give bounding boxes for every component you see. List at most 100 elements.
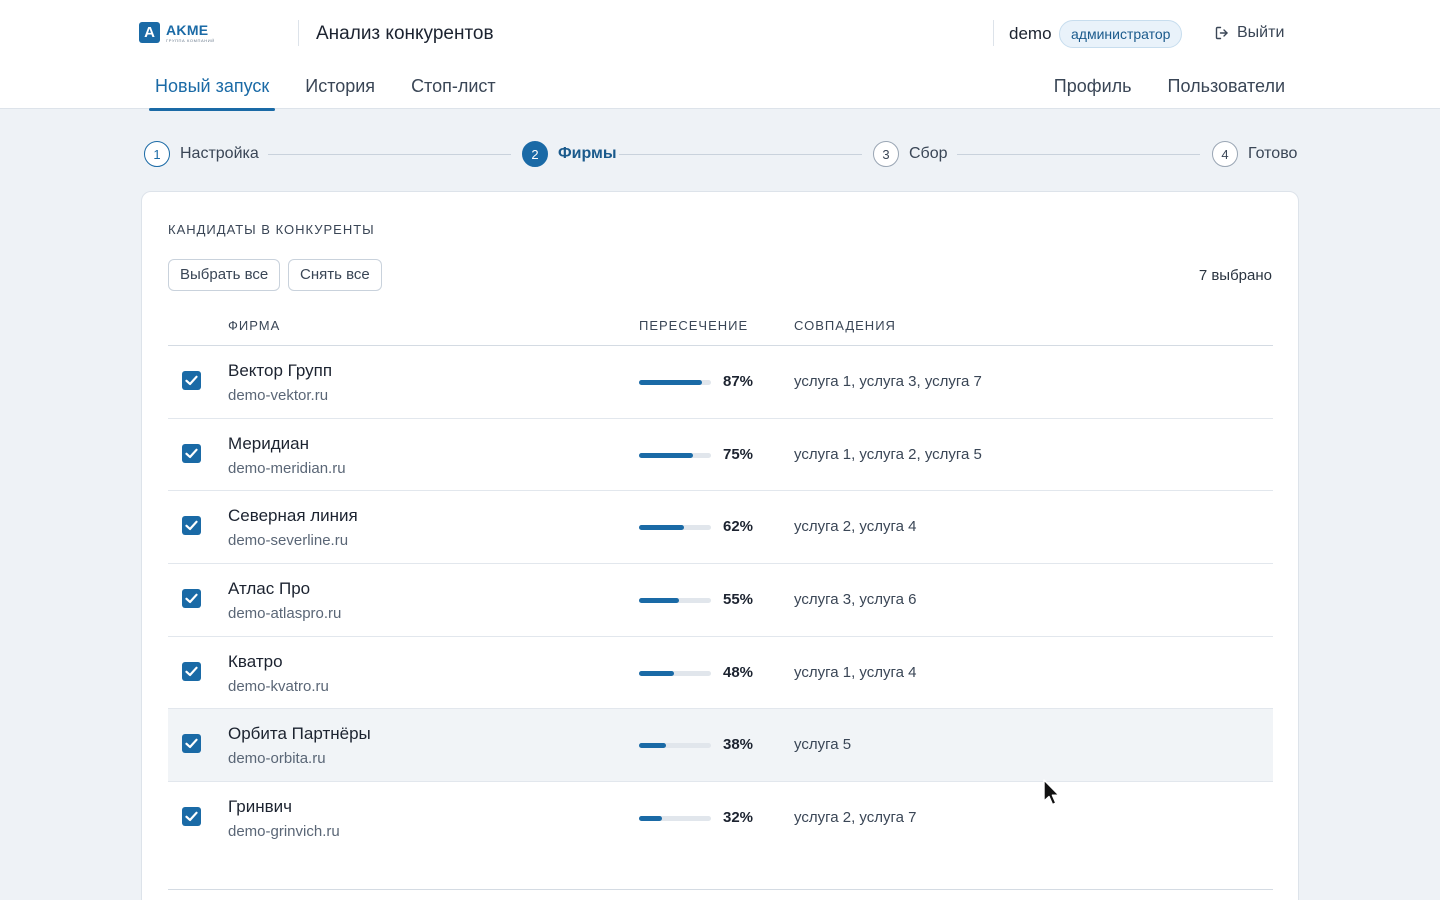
overlap-bar-fill xyxy=(639,525,684,531)
header-divider xyxy=(298,20,299,46)
row-checkbox[interactable] xyxy=(182,734,201,754)
row-checkbox[interactable] xyxy=(182,516,201,536)
table-row[interactable]: Орбита Партнёры demo-orbita.ru 38% услуга 5 xyxy=(168,709,1273,783)
app-title: Анализ конкурентов xyxy=(316,23,494,44)
matches-text: услуга 1, услуга 4 xyxy=(794,663,917,681)
matches-text: услуга 5 xyxy=(794,736,852,754)
step-label: Сбор xyxy=(909,145,948,162)
tab-profile[interactable]: Профиль xyxy=(1054,76,1132,109)
firm-domain: demo-meridian.ru xyxy=(228,459,346,477)
main-nav: Новый запуск История Стоп-лист xyxy=(148,76,532,111)
company-logo[interactable]: A AKME ГРУППА КОМПАНИЙ xyxy=(139,22,215,43)
step-number: 4 xyxy=(1212,141,1238,167)
role-badge: администратор xyxy=(1059,20,1183,48)
select-all-button[interactable]: Выбрать все xyxy=(168,259,281,291)
step-number: 3 xyxy=(873,141,899,167)
firm-name: Меридиан xyxy=(228,433,310,453)
overlap-bar-fill xyxy=(639,598,679,604)
step-label: Настройка xyxy=(180,145,259,162)
check-icon xyxy=(185,448,198,458)
table-row[interactable]: Кватро demo-kvatro.ru 48% услуга 1, услуга … xyxy=(168,637,1273,710)
logo-subtitle: ГРУППА КОМПАНИЙ xyxy=(166,38,215,43)
table-header: ФИРМА ПЕРЕСЕЧЕНИЕ СОВПАДЕНИЯ xyxy=(168,318,1273,346)
table-row[interactable]: Гринвич demo-grinvich.ru 32% услуга 2, услу… xyxy=(168,782,1273,855)
overlap-percent: 87% xyxy=(723,373,754,390)
overlap-bar xyxy=(639,670,711,676)
column-header-overlap: ПЕРЕСЕЧЕНИЕ xyxy=(639,318,749,333)
overlap-bar xyxy=(639,743,711,749)
stepper-connector xyxy=(619,154,862,155)
matches-text: услуга 2, услуга 7 xyxy=(794,809,917,827)
check-icon xyxy=(185,739,198,749)
table-row[interactable]: Меридиан demo-meridian.ru 75% услуга 1, усл… xyxy=(168,419,1273,492)
logout-button[interactable]: Выйти xyxy=(1215,24,1284,42)
tab-stop-list[interactable]: Стоп-лист xyxy=(411,76,496,109)
candidates-table: Вектор Групп demo-vektor.ru 87% услуга 1, у… xyxy=(168,346,1273,855)
step-done: 4 Готово xyxy=(1212,141,1297,167)
step-number: 2 xyxy=(522,141,548,167)
header-divider xyxy=(993,20,994,46)
tab-users[interactable]: Пользователи xyxy=(1168,76,1285,109)
column-header-matches: СОВПАДЕНИЯ xyxy=(794,318,896,333)
candidates-card: КАНДИДАТЫ В КОНКУРЕНТЫ Выбрать все Снять… xyxy=(141,191,1299,900)
firm-domain: demo-vektor.ru xyxy=(228,387,329,404)
step-firms[interactable]: 2 Фирмы xyxy=(522,141,617,167)
overlap-bar xyxy=(639,816,711,822)
section-title: КАНДИДАТЫ В КОНКУРЕНТЫ xyxy=(168,222,375,237)
row-checkbox[interactable] xyxy=(182,443,201,463)
overlap-bar-fill xyxy=(639,816,663,822)
tab-new-run[interactable]: Новый запуск xyxy=(148,76,276,111)
logout-label: Выйти xyxy=(1237,24,1285,41)
firm-name: Северная линия xyxy=(228,506,358,526)
row-checkbox[interactable] xyxy=(182,807,201,827)
top-bar: A AKME ГРУППА КОМПАНИЙ Анализ конкуренто… xyxy=(0,0,1440,111)
firm-domain: demo-grinvich.ru xyxy=(228,823,340,841)
row-checkbox[interactable] xyxy=(182,589,201,609)
secondary-nav: Профиль Пользователи xyxy=(1018,76,1285,109)
table-row[interactable]: Вектор Групп demo-vektor.ru 87% услуга 1, у… xyxy=(168,346,1273,419)
step-collect: 3 Сбор xyxy=(873,141,948,167)
table-bottom-divider xyxy=(168,889,1273,890)
table-row[interactable]: Северная линия demo-severline.ru 62% услуга… xyxy=(168,491,1273,565)
overlap-bar-fill xyxy=(639,452,693,458)
matches-text: услуга 1, услуга 2, услуга 5 xyxy=(794,445,982,463)
firm-name: Орбита Партнёры xyxy=(228,724,371,744)
overlap-bar xyxy=(639,598,711,604)
overlap-percent: 32% xyxy=(723,809,754,827)
overlap-percent: 75% xyxy=(723,445,754,463)
overlap-percent: 48% xyxy=(723,663,754,681)
overlap-bar xyxy=(639,525,711,531)
overlap-percent: 55% xyxy=(723,591,754,609)
firm-name: Кватро xyxy=(228,651,283,671)
firm-domain: demo-atlaspro.ru xyxy=(228,605,342,623)
overlap-percent: 38% xyxy=(723,736,754,754)
selected-count: 7 выбрано xyxy=(1198,267,1272,284)
user-name: demo xyxy=(1009,24,1052,43)
firm-name: Вектор Групп xyxy=(228,361,333,380)
column-header-firm: ФИРМА xyxy=(228,318,281,333)
overlap-bar-fill xyxy=(639,380,702,385)
row-checkbox[interactable] xyxy=(182,371,201,390)
deselect-all-button[interactable]: Снять все xyxy=(288,259,382,291)
step-settings[interactable]: 1 Настройка xyxy=(144,141,259,167)
overlap-bar-fill xyxy=(639,670,674,676)
step-number: 1 xyxy=(144,141,170,167)
logo-name: AKME xyxy=(166,22,209,38)
firm-name: Атлас Про xyxy=(228,579,311,599)
logo-mark: A xyxy=(139,22,160,43)
overlap-percent: 62% xyxy=(723,518,754,536)
firm-domain: demo-kvatro.ru xyxy=(228,677,329,695)
table-row[interactable]: Атлас Про demo-atlaspro.ru 55% услуга 3, ус… xyxy=(168,564,1273,637)
check-icon xyxy=(185,521,198,531)
firm-domain: demo-orbita.ru xyxy=(228,750,326,768)
check-icon xyxy=(185,593,198,604)
tab-history[interactable]: История xyxy=(305,76,375,109)
row-checkbox[interactable] xyxy=(182,661,201,681)
mouse-pointer-icon xyxy=(1043,779,1060,806)
stepper-connector xyxy=(957,154,1200,155)
firm-name: Гринвич xyxy=(228,797,292,817)
overlap-bar-fill xyxy=(639,743,667,749)
overlap-bar xyxy=(639,380,711,385)
matches-text: услуга 3, услуга 6 xyxy=(794,591,917,609)
step-label: Готово xyxy=(1248,145,1298,162)
